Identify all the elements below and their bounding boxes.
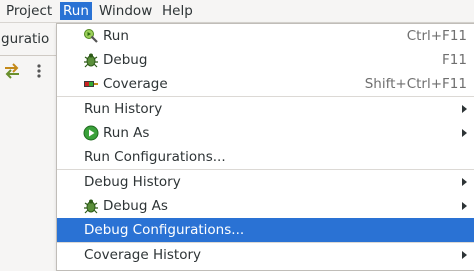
run-menu-dropdown: Run Ctrl+F11 Debug F11 Coverage Shift+Ct… xyxy=(56,23,474,271)
toolbar-partial-label: nfiguratio xyxy=(0,29,57,49)
submenu-arrow-icon xyxy=(462,251,467,259)
submenu-arrow-icon xyxy=(462,178,467,186)
menu-item-label: Run Configurations... xyxy=(84,149,226,165)
menu-item-label: Coverage xyxy=(103,76,168,92)
accelerator-text: Ctrl+F11 xyxy=(406,28,467,44)
menu-item-label: Run History xyxy=(84,101,163,117)
partial-label-text: nfiguratio xyxy=(0,31,50,47)
debug-bug-icon xyxy=(83,198,99,214)
menu-run[interactable]: Run xyxy=(60,2,92,20)
menu-item-coverage[interactable]: Coverage Shift+Ctrl+F11 xyxy=(57,72,474,96)
menu-item-label: Debug xyxy=(103,52,148,68)
menu-item-label: Debug History xyxy=(84,174,181,190)
submenu-arrow-icon xyxy=(462,129,467,137)
menu-item-coverage-history[interactable]: Coverage History xyxy=(57,243,474,267)
menu-window[interactable]: Window xyxy=(99,3,152,19)
menu-item-debug[interactable]: Debug F11 xyxy=(57,48,474,72)
menu-item-label: Debug Configurations... xyxy=(84,222,245,238)
menu-item-run-as[interactable]: Run As xyxy=(57,121,474,145)
run-as-play-icon xyxy=(83,125,99,141)
menu-item-debug-history[interactable]: Debug History xyxy=(57,170,474,194)
coverage-icon xyxy=(83,76,99,92)
submenu-arrow-icon xyxy=(462,202,467,210)
menu-help[interactable]: Help xyxy=(162,3,193,19)
menu-item-run[interactable]: Run Ctrl+F11 xyxy=(57,24,474,48)
run-launch-icon xyxy=(83,28,99,44)
menu-item-run-history[interactable]: Run History xyxy=(57,97,474,121)
menu-item-label: Run xyxy=(103,28,129,44)
accelerator-text: F11 xyxy=(442,52,467,68)
accelerator-text: Shift+Ctrl+F11 xyxy=(364,76,467,92)
toolbar-area xyxy=(0,23,57,268)
menu-item-label: Coverage History xyxy=(84,247,201,263)
submenu-arrow-icon xyxy=(462,105,467,113)
menu-item-debug-configurations[interactable]: Debug Configurations... xyxy=(57,218,474,242)
menu-project[interactable]: Project xyxy=(6,3,52,19)
toolbar-divider xyxy=(0,55,57,56)
menu-item-run-configurations[interactable]: Run Configurations... xyxy=(57,145,474,169)
menu-item-label: Run As xyxy=(103,125,150,141)
swap-arrows-icon[interactable] xyxy=(2,62,22,80)
debug-bug-icon xyxy=(83,52,99,68)
menu-bar: Project Run Window Help xyxy=(0,0,474,23)
vertical-dots-icon[interactable] xyxy=(34,62,44,80)
menu-item-label: Debug As xyxy=(103,198,168,214)
menu-item-debug-as[interactable]: Debug As xyxy=(57,194,474,218)
